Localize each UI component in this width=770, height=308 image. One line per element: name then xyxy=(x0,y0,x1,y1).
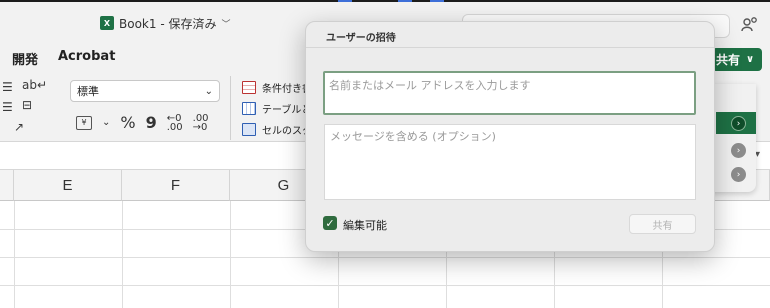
document-title[interactable]: X Book1 - 保存済み ﹀ xyxy=(100,14,230,32)
row-gridline xyxy=(0,285,770,286)
alignment-group: ☰ ab↵ ☰ ⊟ ↗ xyxy=(0,78,52,138)
invite-people-dialog: ユーザーの招待 名前またはメール アドレスを入力します メッセージを含める (オ… xyxy=(305,21,715,252)
chevron-right-icon[interactable]: › xyxy=(731,116,746,131)
dialog-title: ユーザーの招待 xyxy=(326,33,396,44)
wrap-text-icon[interactable]: ab↵ xyxy=(22,78,47,92)
name-or-email-input[interactable]: 名前またはメール アドレスを入力します xyxy=(323,71,696,115)
comma-style-button[interactable]: 9 xyxy=(146,113,157,132)
message-textarea[interactable]: メッセージを含める (オプション) xyxy=(324,124,696,200)
share-button-label: 共有 xyxy=(716,53,741,67)
ribbon-divider xyxy=(230,76,231,140)
format-as-table-button[interactable]: テーブルと xyxy=(242,101,311,116)
increase-decimal-button[interactable]: ←0 .00 xyxy=(167,113,183,132)
can-edit-label[interactable]: 編集可能 xyxy=(343,217,387,233)
chevron-down-icon: ∨ xyxy=(746,54,755,65)
share-submit-button[interactable]: 共有 xyxy=(629,214,696,234)
chevron-right-icon[interactable]: › xyxy=(731,167,746,182)
dialog-divider xyxy=(306,47,714,48)
document-title-text: Book1 - 保存済み xyxy=(119,16,217,31)
align-lines-icon[interactable]: ☰ xyxy=(2,80,13,94)
table-icon xyxy=(242,102,256,115)
number-format-buttons: ¥ ⌄ % 9 ←0 .00 .00 →0 xyxy=(76,113,209,132)
column-header-e[interactable]: E xyxy=(14,170,122,201)
checkmark-icon: ✓ xyxy=(325,216,335,230)
share-button[interactable]: 共有 ∨ xyxy=(712,48,762,71)
chevron-down-icon: ﹀ xyxy=(221,19,231,30)
column-gridline xyxy=(14,201,15,308)
number-format-value: 標準 xyxy=(77,85,99,98)
can-edit-checkbox[interactable]: ✓ xyxy=(323,216,337,230)
percent-style-button[interactable]: % xyxy=(120,113,135,132)
orientation-icon[interactable]: ↗ xyxy=(14,120,24,134)
tab-developer[interactable]: 開発 xyxy=(12,49,38,68)
chevron-down-icon[interactable]: ⌄ xyxy=(102,117,110,128)
excel-icon: X xyxy=(100,16,114,30)
cell-styles-button[interactable]: セルのスタ xyxy=(242,122,312,137)
column-gridline xyxy=(230,201,231,308)
conditional-formatting-button[interactable]: 条件付き書 xyxy=(242,80,312,95)
chevron-right-icon[interactable]: › xyxy=(731,143,746,158)
merge-cells-icon[interactable]: ⊟ xyxy=(22,98,32,112)
row-gridline xyxy=(0,257,770,258)
cell-styles-icon xyxy=(242,123,256,136)
align-lines-icon[interactable]: ☰ xyxy=(2,100,13,114)
column-header[interactable] xyxy=(0,170,14,201)
column-gridline xyxy=(122,201,123,308)
currency-icon[interactable]: ¥ xyxy=(76,115,92,130)
chevron-down-icon: ⌄ xyxy=(204,85,213,97)
number-format-select[interactable]: 標準 ⌄ xyxy=(70,80,220,102)
column-header-f[interactable]: F xyxy=(122,170,230,201)
tab-acrobat[interactable]: Acrobat xyxy=(58,49,115,64)
format-as-table-label: テーブルと xyxy=(262,105,312,116)
share-people-icon[interactable] xyxy=(741,16,759,34)
conditional-formatting-icon xyxy=(242,81,256,94)
decrease-decimal-button[interactable]: .00 →0 xyxy=(193,113,209,132)
